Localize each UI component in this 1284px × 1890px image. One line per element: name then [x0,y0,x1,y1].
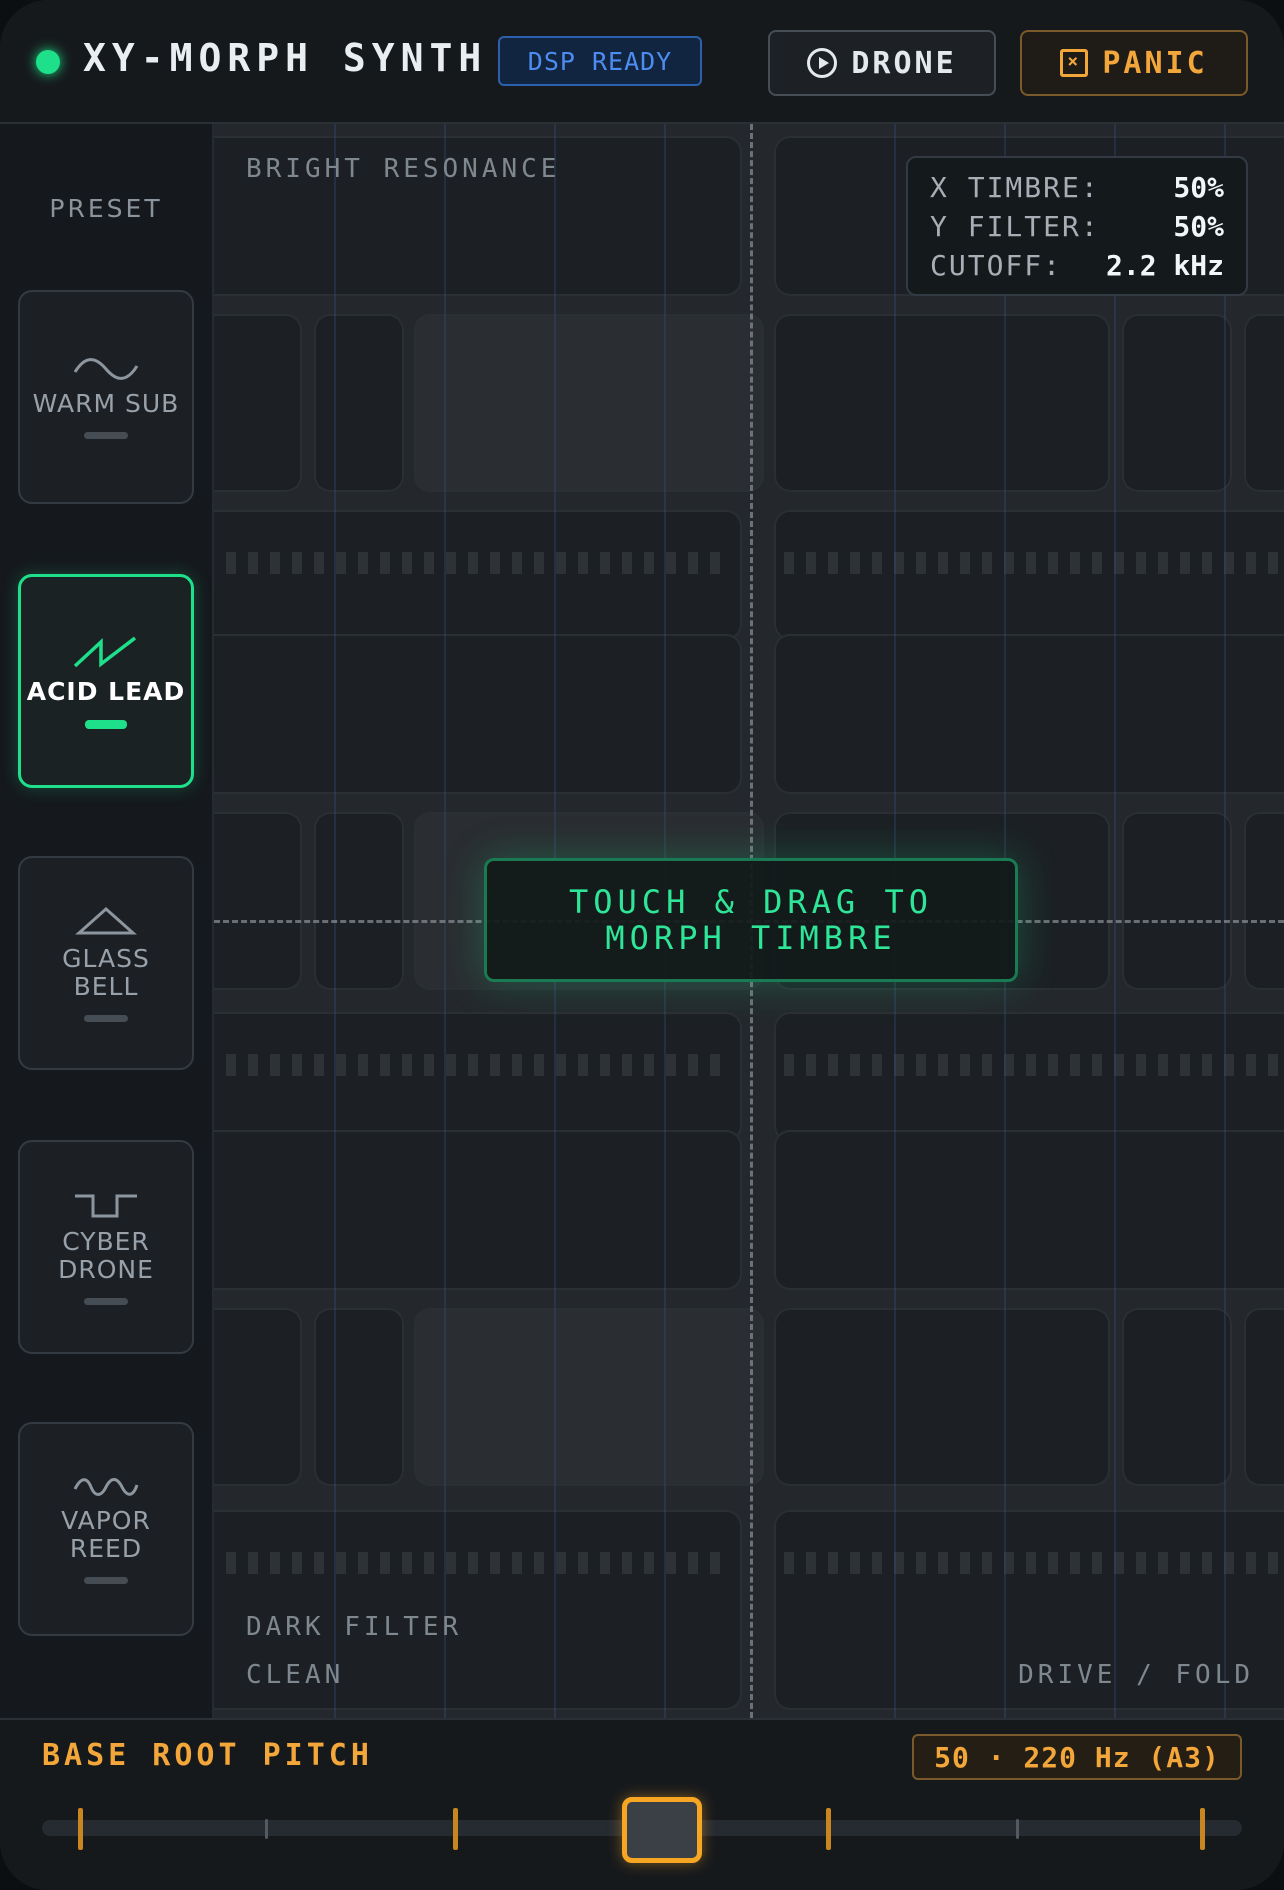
pad-pattern-knobs [214,1552,732,1574]
pad-pattern-knobs [214,552,732,574]
synth-app: XY-MORPH SYNTH DSP READY DRONE × PANIC P… [0,0,1284,1890]
preset-sidebar: PRESET WARM SUB ACID LEAD GLASS BELL CYB… [0,124,214,1718]
pad-pattern-module [314,812,404,990]
drone-button[interactable]: DRONE [768,30,996,96]
header-bar: XY-MORPH SYNTH DSP READY DRONE × PANIC [0,0,1284,124]
pad-pattern-module [314,1308,404,1486]
power-status-indicator [36,50,60,74]
pad-pattern-knobs [214,1054,732,1076]
panic-button-label: PANIC [1102,45,1208,81]
pad-pattern-module [774,314,1110,492]
preset-indicator [85,719,127,729]
slider-tick [78,1808,83,1850]
pad-pattern-module [414,314,764,492]
double-sine-wave-icon [73,1477,139,1496]
readout-cutoff-value: 2.2 kHz [1105,249,1224,282]
pad-pattern-module [214,812,302,990]
preset-indicator [84,1576,128,1584]
pad-pattern-module [774,1130,1284,1290]
readout-y-row: Y FILTER: 50% [930,207,1224,246]
pad-pattern-module [214,634,742,794]
pad-pattern-module [774,1308,1110,1486]
sine-wave-icon [73,357,139,380]
preset-label: WARM SUB [32,388,180,418]
readout-y-key: Y FILTER: [930,210,1100,243]
xy-morph-pad[interactable]: BRIGHT RESONANCE DARK FILTER CLEAN DRIVE… [214,124,1284,1718]
pad-pattern-module [774,634,1284,794]
pad-bottom-label-dark-filter: DARK FILTER [246,1612,463,1642]
preset-vapor-reed[interactable]: VAPOR REED [18,1422,194,1636]
pad-right-label: DRIVE / FOLD [1018,1660,1254,1690]
readout-x-value: 50% [1173,171,1224,204]
play-icon [807,48,838,78]
pad-pattern-module [1244,1308,1284,1486]
panic-button[interactable]: × PANIC [1020,30,1248,96]
pad-pattern-module [314,314,404,492]
pad-pattern-module [1122,314,1232,492]
pad-pattern-module [1122,1308,1232,1486]
drag-hint-overlay: TOUCH & DRAG TO MORPH TIMBRE [484,858,1018,982]
readout-x-row: X TIMBRE: 50% [930,168,1224,207]
preset-indicator [84,431,128,439]
pad-top-label: BRIGHT RESONANCE [246,154,561,184]
preset-cyber-drone[interactable]: CYBER DRONE [18,1140,194,1354]
pad-pattern-module [214,1012,742,1142]
pitch-footer: BASE ROOT PITCH 50 · 220 Hz (A3) [0,1718,1284,1890]
base-pitch-label: BASE ROOT PITCH [42,1738,373,1773]
slider-tick [1016,1819,1019,1839]
preset-warm-sub[interactable]: WARM SUB [18,290,194,504]
pad-pattern-module [774,510,1284,640]
pad-pattern-module [1122,812,1232,990]
preset-acid-lead[interactable]: ACID LEAD [18,574,194,788]
pad-pattern-module [414,1308,764,1486]
preset-label: ACID LEAD [26,676,186,706]
pad-pattern-knobs [784,1054,1284,1076]
readout-x-key: X TIMBRE: [930,171,1100,204]
slider-tick [453,1808,458,1850]
preset-indicator [84,1297,128,1305]
preset-section-label: PRESET [49,194,163,223]
pad-pattern-module [1244,314,1284,492]
slider-tick [265,1819,268,1839]
dsp-status-badge: DSP READY [498,36,702,86]
pad-pattern-module [214,314,302,492]
preset-label: CYBER DRONE [58,1226,154,1284]
preset-label: VAPOR REED [61,1505,151,1563]
preset-label: GLASS BELL [62,943,150,1001]
app-title: XY-MORPH SYNTH [83,36,488,80]
pad-pattern-module [214,510,742,640]
pad-bottom-label-clean: CLEAN [246,1660,345,1690]
hint-line-1: TOUCH & DRAG TO [569,883,933,921]
xy-readout-panel: X TIMBRE: 50% Y FILTER: 50% CUTOFF: 2.2 … [906,156,1248,296]
pad-pattern-module [214,1308,302,1486]
pitch-slider-thumb[interactable] [622,1797,702,1863]
pitch-readout: 50 · 220 Hz (A3) [912,1734,1242,1780]
pad-pattern-knobs [784,552,1284,574]
pad-pattern-module [214,1130,742,1290]
square-wave-icon [75,1194,137,1217]
hint-line-2: MORPH TIMBRE [605,919,897,957]
drone-button-label: DRONE [851,45,957,81]
readout-cutoff-key: CUTOFF: [930,249,1063,282]
triangle-wave-icon [75,906,137,934]
preset-indicator [84,1014,128,1022]
pad-pattern-knobs [784,1552,1284,1574]
slider-tick [826,1808,831,1850]
preset-glass-bell[interactable]: GLASS BELL [18,856,194,1070]
readout-cutoff-row: CUTOFF: 2.2 kHz [930,246,1224,285]
pad-pattern-module [774,1012,1284,1142]
close-square-icon: × [1060,49,1089,77]
slider-tick [1200,1808,1205,1850]
pad-pattern-module [1244,812,1284,990]
sawtooth-wave-icon [73,636,137,668]
readout-y-value: 50% [1173,210,1224,243]
